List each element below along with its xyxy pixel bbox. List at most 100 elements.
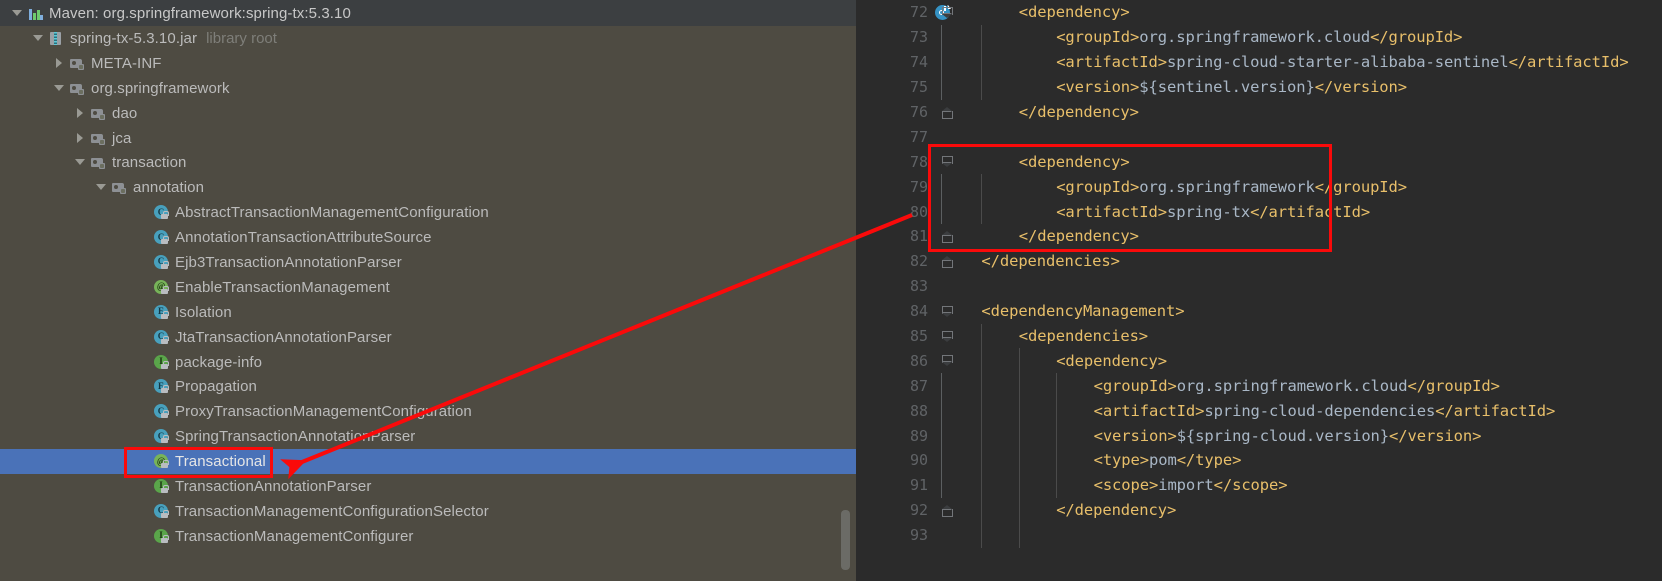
editor-gutter[interactable]: 89 — [856, 423, 942, 449]
tree-row[interactable]: dao — [0, 101, 856, 126]
tree-row[interactable]: org.springframework — [0, 76, 856, 101]
tree-row[interactable]: E Propagation — [0, 374, 856, 399]
editor-gutter[interactable]: 85 — [856, 324, 953, 349]
editor-gutter[interactable]: 92 — [856, 498, 953, 523]
editor-code-text[interactable]: </dependency> — [930, 497, 1662, 523]
tree-row[interactable]: META-INF — [0, 51, 856, 76]
editor-line[interactable]: 87 <groupId>org.springframework.cloud</gr… — [856, 373, 1662, 399]
editor-line[interactable]: 89 <version>${spring-cloud.version}</vers… — [856, 423, 1662, 449]
editor-gutter[interactable]: 90 — [856, 448, 942, 473]
tree-row[interactable]: spring-tx-5.3.10.jar library root — [0, 26, 856, 51]
editor-gutter[interactable]: 84 — [856, 299, 953, 324]
editor-line[interactable]: 76 </dependency> — [856, 100, 1662, 125]
chevron-right-icon[interactable] — [54, 57, 65, 69]
editor-code-text[interactable]: <groupId>org.springframework.cloud</grou… — [930, 373, 1662, 399]
editor-line[interactable]: 74 <artifactId>spring-cloud-starter-aliba… — [856, 49, 1662, 75]
editor-gutter[interactable]: 74 — [856, 49, 942, 75]
chevron-down-icon[interactable] — [12, 8, 23, 19]
tree-row-label: org.springframework — [91, 79, 230, 97]
editor-gutter[interactable]: 87 — [856, 373, 942, 399]
editor-line[interactable]: 88 <artifactId>spring-cloud-dependencies<… — [856, 398, 1662, 424]
editor-line[interactable]: 84 <dependencyManagement> — [856, 299, 1662, 324]
xml-tag: </dependency> — [1018, 103, 1139, 121]
editor-line-list[interactable]: 72 <dependency> 73 <groupId>org.springframe… — [856, 0, 1662, 548]
editor-code-text[interactable]: <artifactId>spring-cloud-dependencies</a… — [930, 398, 1662, 424]
editor-line[interactable]: 92 </dependency> — [856, 497, 1662, 523]
maven-dependency-tree-panel[interactable]: Maven: org.springframework:spring-tx:5.3… — [0, 0, 856, 581]
line-number: 74 — [909, 53, 928, 72]
editor-line[interactable]: 83 — [856, 274, 1662, 299]
editor-gutter[interactable]: 79 — [856, 174, 942, 200]
editor-gutter[interactable]: 81 — [856, 224, 953, 249]
editor-code-text[interactable]: <type>pom</type> — [930, 448, 1662, 473]
tree-row[interactable]: annotation — [0, 175, 856, 200]
editor-gutter[interactable]: 93 — [856, 523, 930, 548]
tree-row[interactable]: C AbstractTransactionManagementConfigurat… — [0, 200, 856, 225]
editor-code-text[interactable]: </dependencies> — [930, 249, 1662, 274]
chevron-down-icon[interactable] — [54, 83, 65, 94]
tree-row[interactable]: C TransactionManagementConfigurationSelec… — [0, 499, 856, 524]
editor-code-text[interactable]: <version>${spring-cloud.version}</versio… — [930, 423, 1662, 449]
line-number: 89 — [909, 426, 928, 445]
tree-row[interactable]: C SpringTransactionAnnotationParser — [0, 424, 856, 449]
editor-line[interactable]: 72 <dependency> — [856, 0, 1662, 25]
editor-line[interactable]: 82 </dependencies> — [856, 249, 1662, 274]
editor-code-text[interactable] — [930, 522, 1662, 548]
editor-code-text[interactable] — [930, 274, 1662, 299]
tree-root-header[interactable]: Maven: org.springframework:spring-tx:5.3… — [0, 0, 856, 26]
editor-gutter[interactable]: 80 — [856, 199, 942, 225]
tree-row[interactable]: C AnnotationTransactionAttributeSource — [0, 225, 856, 250]
tree-row[interactable]: C ProxyTransactionManagementConfiguration — [0, 399, 856, 424]
xml-tag: <groupId> — [1056, 28, 1140, 47]
chevron-down-icon[interactable] — [75, 157, 86, 168]
tree-row[interactable]: @ EnableTransactionManagement — [0, 275, 856, 300]
tree-row[interactable]: Ipackage-info — [0, 350, 856, 375]
tree-vertical-scrollbar[interactable] — [841, 510, 850, 570]
no-chevron-spacer — [138, 307, 149, 318]
editor-gutter[interactable]: 73 — [856, 24, 942, 50]
editor-code-text[interactable]: <dependencies> — [930, 323, 1662, 349]
editor-gutter[interactable]: 91 — [856, 472, 942, 498]
tree-row[interactable]: I TransactionManagementConfigurer — [0, 524, 856, 549]
chevron-down-icon[interactable] — [33, 33, 44, 44]
editor-gutter[interactable]: 75 — [856, 74, 942, 100]
chevron-right-icon[interactable] — [75, 107, 86, 119]
editor-gutter[interactable]: 72 — [856, 0, 953, 25]
editor-code-text[interactable]: </dependency> — [930, 100, 1662, 125]
editor-line[interactable]: 73 <groupId>org.springframework.cloud</gr… — [856, 24, 1662, 50]
editor-gutter[interactable]: 76 — [856, 100, 953, 125]
editor-code-text[interactable]: <dependencyManagement> — [930, 299, 1662, 324]
chevron-right-icon[interactable] — [75, 132, 86, 144]
no-chevron-spacer — [138, 531, 149, 542]
chevron-down-icon[interactable] — [96, 182, 107, 193]
indent-guide — [981, 373, 983, 399]
tree-row-label: dao — [112, 104, 138, 122]
editor-line[interactable]: 75 <version>${sentinel.version}</version> — [856, 74, 1662, 100]
editor-gutter[interactable]: 86 — [856, 348, 953, 373]
tree-row[interactable]: E Isolation — [0, 300, 856, 325]
tree-row[interactable]: jca — [0, 126, 856, 151]
editor-gutter[interactable]: 78 — [856, 149, 953, 174]
line-number: 88 — [909, 401, 928, 420]
editor-code-text[interactable]: <groupId>org.springframework.cloud</grou… — [930, 24, 1662, 50]
editor-gutter[interactable]: 77 — [856, 124, 930, 149]
editor-code-text[interactable]: <dependency> — [930, 348, 1662, 374]
editor-line[interactable]: 90 <type>pom</type> — [856, 448, 1662, 473]
code-content: <dependency> — [944, 352, 1167, 370]
code-content: <artifactId>spring-cloud-starter-alibaba… — [944, 53, 1628, 71]
editor-line[interactable]: 91 <scope>import</scope> — [856, 472, 1662, 498]
editor-line[interactable]: 85 <dependencies> — [856, 323, 1662, 349]
tree-row[interactable]: transaction — [0, 150, 856, 175]
editor-code-text[interactable]: <artifactId>spring-cloud-starter-alibaba… — [930, 49, 1662, 75]
editor-code-text[interactable]: <version>${sentinel.version}</version> — [930, 74, 1662, 100]
editor-gutter[interactable]: 83 — [856, 274, 930, 299]
editor-gutter[interactable]: 82 — [856, 249, 953, 274]
editor-line[interactable]: 86 <dependency> — [856, 348, 1662, 374]
editor-gutter[interactable]: 88 — [856, 398, 942, 424]
editor-line[interactable]: 93 — [856, 522, 1662, 548]
tree-row[interactable]: C JtaTransactionAnnotationParser — [0, 325, 856, 350]
editor-code-text[interactable]: <scope>import</scope> — [930, 472, 1662, 498]
editor-code-text[interactable]: <dependency> — [930, 0, 1662, 25]
tree-row[interactable]: C Ejb3TransactionAnnotationParser — [0, 250, 856, 275]
pom-xml-editor[interactable]: 72 <dependency> 73 <groupId>org.springframe… — [856, 0, 1662, 581]
